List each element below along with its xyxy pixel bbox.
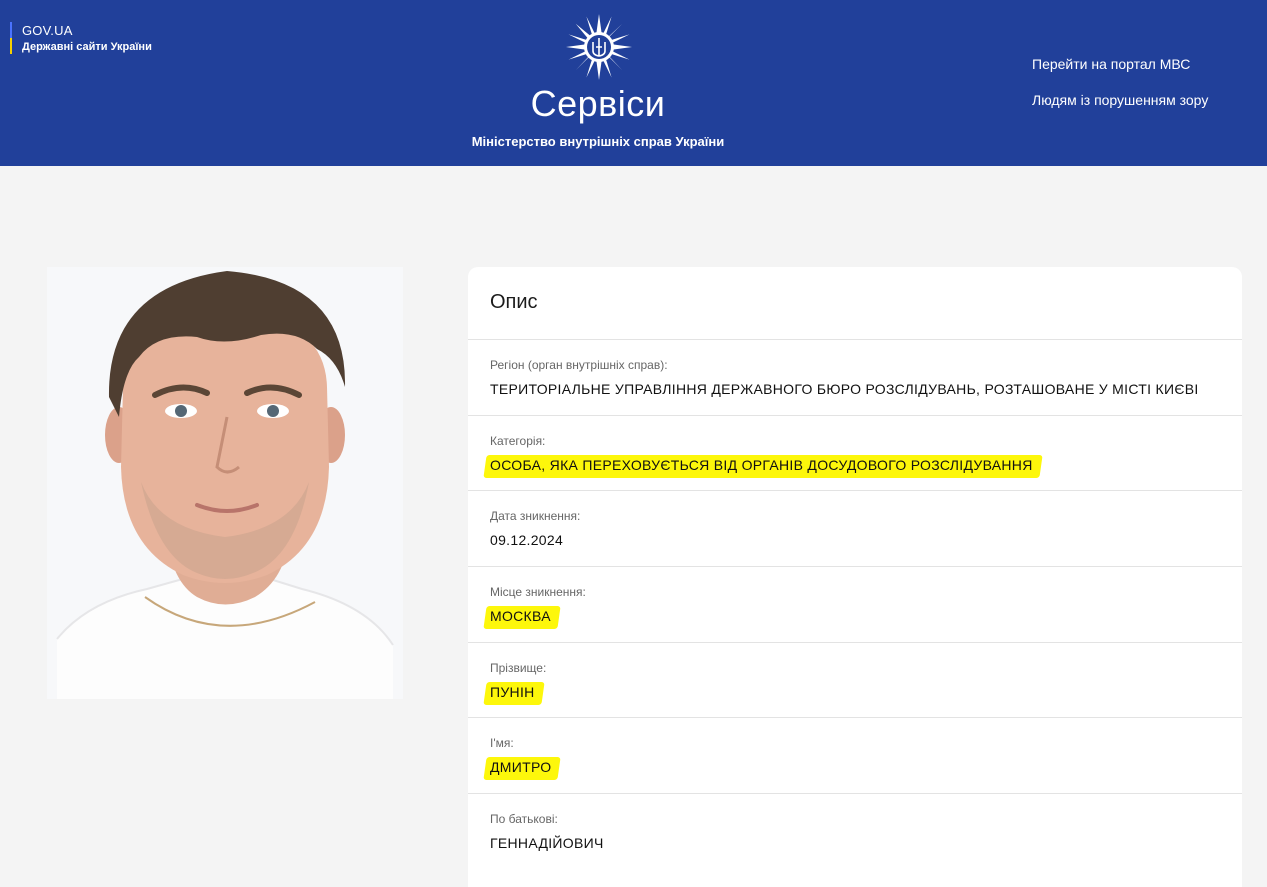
field-value: ДМИТРО (483, 757, 562, 781)
field-first-name: І'мя: ДМИТРО (468, 718, 1242, 795)
field-value: ГЕННАДІЙОВИЧ (490, 835, 604, 852)
gov-ua-title: GOV.UA (22, 23, 73, 38)
field-label: Дата зникнення: (490, 509, 581, 524)
field-disappearance-place: Місце зникнення: МОСКВА (468, 567, 1242, 643)
field-value: ОСОБА, ЯКА ПЕРЕХОВУЄТЬСЯ ВІД ОРГАНІВ ДОС… (483, 454, 1043, 478)
field-label: І'мя: (490, 736, 514, 751)
field-value: МОСКВА (483, 606, 561, 630)
person-photo (47, 267, 403, 699)
mvs-emblem-icon[interactable] (566, 14, 632, 80)
description-card: Опис Регіон (орган внутрішніх справ): ТЕ… (468, 267, 1242, 887)
field-patronymic: По батькові: ГЕННАДІЙОВИЧ (468, 794, 1242, 870)
card-title: Опис (468, 267, 1242, 340)
field-label: Місце зникнення: (490, 585, 586, 600)
brand-title[interactable]: Сервіси (0, 83, 1196, 125)
portal-mvs-link[interactable]: Перейти на портал МВС (1032, 56, 1190, 72)
field-label: Прізвище: (490, 660, 547, 675)
field-region: Регіон (орган внутрішніх справ): ТЕРИТОР… (468, 340, 1242, 416)
field-category: Категорія: ОСОБА, ЯКА ПЕРЕХОВУЄТЬСЯ ВІД … (468, 416, 1242, 492)
field-value: ТЕРИТОРІАЛЬНЕ УПРАВЛІННЯ ДЕРЖАВНОГО БЮРО… (490, 381, 1199, 397)
gov-ua-subtitle: Державні сайти України (22, 41, 152, 53)
gov-ua-link[interactable]: GOV.UA Державні сайти України (10, 22, 152, 54)
field-label: Категорія: (490, 433, 546, 448)
field-surname: Прізвище: ПУНІН (468, 643, 1242, 719)
site-header: GOV.UA Державні сайти України Сервіси Мі… (0, 0, 1267, 166)
field-value: ПУНІН (483, 681, 545, 705)
field-label: По батькові: (490, 812, 558, 827)
brand-subtitle: Міністерство внутрішніх справ України (471, 134, 725, 149)
field-disappearance-date: Дата зникнення: 09.12.2024 (468, 491, 1242, 568)
field-label: Регіон (орган внутрішніх справ): (490, 358, 668, 372)
accessibility-link[interactable]: Людям із порушенням зору (1032, 92, 1208, 108)
field-value: 09.12.2024 (490, 532, 564, 549)
